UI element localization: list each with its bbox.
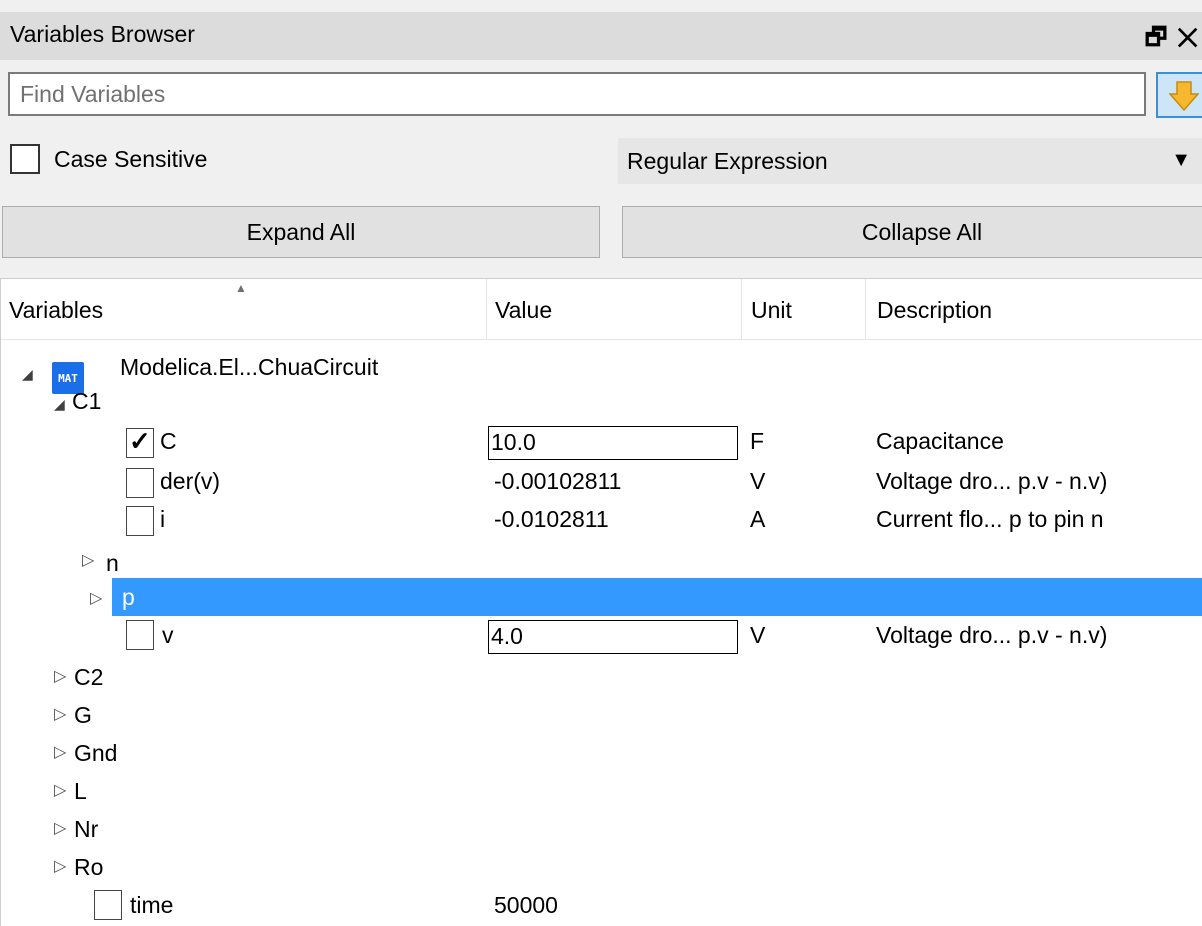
selected-row-highlight [112, 578, 1202, 616]
collapsed-arrow-icon[interactable]: ▷ [54, 818, 66, 838]
column-separator[interactable] [486, 279, 487, 339]
collapsed-arrow-icon[interactable]: ▷ [82, 550, 94, 570]
variable-checkbox-time[interactable] [94, 890, 122, 920]
case-sensitive-checkbox[interactable] [10, 144, 40, 174]
collapsed-arrow-icon[interactable]: ▷ [54, 856, 66, 876]
unit-i: A [750, 506, 766, 532]
tree-header: ▲ Variables Value Unit Description [1, 279, 1202, 340]
value-der-v: -0.00102811 [494, 468, 622, 494]
value-editor-v[interactable]: 4.0 [488, 620, 738, 654]
panel-titlebar: Variables Browser 🗗✕ [0, 12, 1202, 60]
float-window-icon[interactable]: 🗗 [1145, 24, 1178, 51]
variable-name-v[interactable]: v [162, 622, 174, 649]
close-icon[interactable]: ✕ [1177, 24, 1202, 51]
tree-item-c2[interactable]: C2 [74, 664, 103, 691]
variable-name-der-v[interactable]: der(v) [160, 468, 220, 495]
variable-name-time[interactable]: time [130, 892, 173, 919]
variable-checkbox-c[interactable]: ✓ [126, 426, 154, 458]
column-header-description[interactable]: Description [877, 297, 992, 324]
variable-name-i[interactable]: i [160, 506, 165, 533]
column-header-value[interactable]: Value [495, 297, 552, 324]
find-variables-input[interactable] [8, 72, 1146, 116]
sort-ascending-icon: ▲ [235, 281, 247, 295]
tree-item-g[interactable]: G [74, 702, 92, 729]
unit-c: F [750, 428, 765, 454]
variable-checkbox-v[interactable] [126, 620, 154, 650]
value-c[interactable]: 10.0 [491, 429, 536, 456]
description-der-v: Voltage dro... p.v - n.v) [876, 468, 1108, 494]
value-i: -0.0102811 [494, 506, 609, 532]
tree-item-ro[interactable]: Ro [74, 854, 103, 881]
variable-name-c[interactable]: C [160, 428, 177, 455]
collapsed-arrow-icon[interactable]: ▷ [54, 780, 66, 800]
case-sensitive-label: Case Sensitive [54, 146, 208, 172]
tree-item-nr[interactable]: Nr [74, 816, 98, 843]
tree-item-gnd[interactable]: Gnd [74, 740, 117, 767]
description-i: Current flo... p to pin n [876, 506, 1104, 532]
unit-v: V [750, 622, 766, 648]
down-arrow-icon [1169, 81, 1199, 112]
value-v[interactable]: 4.0 [491, 623, 523, 650]
collapsed-arrow-icon[interactable]: ▷ [54, 666, 66, 686]
tree-item-n[interactable]: n [106, 550, 119, 577]
panel-title: Variables Browser [10, 21, 195, 47]
value-editor-c[interactable]: 10.0 [488, 426, 738, 460]
expand-all-button[interactable]: Expand All [2, 206, 600, 258]
column-separator[interactable] [865, 279, 866, 339]
collapsed-arrow-icon[interactable]: ▷ [54, 742, 66, 762]
variable-checkbox-i[interactable] [126, 506, 154, 536]
syntax-select-value: Regular Expression [627, 148, 828, 174]
column-separator[interactable] [741, 279, 742, 339]
unit-der-v: V [750, 468, 766, 494]
value-time: 50000 [494, 892, 558, 918]
panel-window-controls: 🗗✕ [1145, 20, 1202, 61]
variable-checkbox-der-v[interactable] [126, 468, 154, 498]
description-c: Capacitance [876, 428, 1004, 454]
find-button[interactable] [1156, 72, 1202, 118]
column-header-variables[interactable]: Variables [9, 297, 103, 324]
column-header-unit[interactable]: Unit [751, 297, 792, 324]
tree-item-p[interactable]: p [122, 584, 135, 611]
tree-root-label[interactable]: Modelica.El...ChuaCircuit [120, 354, 378, 381]
collapse-all-button[interactable]: Collapse All [622, 206, 1202, 258]
collapsed-arrow-icon[interactable]: ▷ [54, 704, 66, 724]
checkmark-icon: ✓ [129, 426, 151, 456]
dropdown-arrow-icon: ▼ [1171, 149, 1191, 171]
expanded-arrow-icon[interactable]: ◢ [22, 366, 33, 383]
description-v: Voltage dro... p.v - n.v) [876, 622, 1108, 648]
expanded-arrow-icon[interactable]: ◢ [54, 396, 65, 413]
tree-item-c1[interactable]: C1 [72, 388, 101, 415]
tree-item-l[interactable]: L [74, 778, 87, 805]
syntax-select[interactable]: Regular Expression ▼ [618, 138, 1202, 184]
collapsed-arrow-icon[interactable]: ▷ [90, 588, 102, 608]
